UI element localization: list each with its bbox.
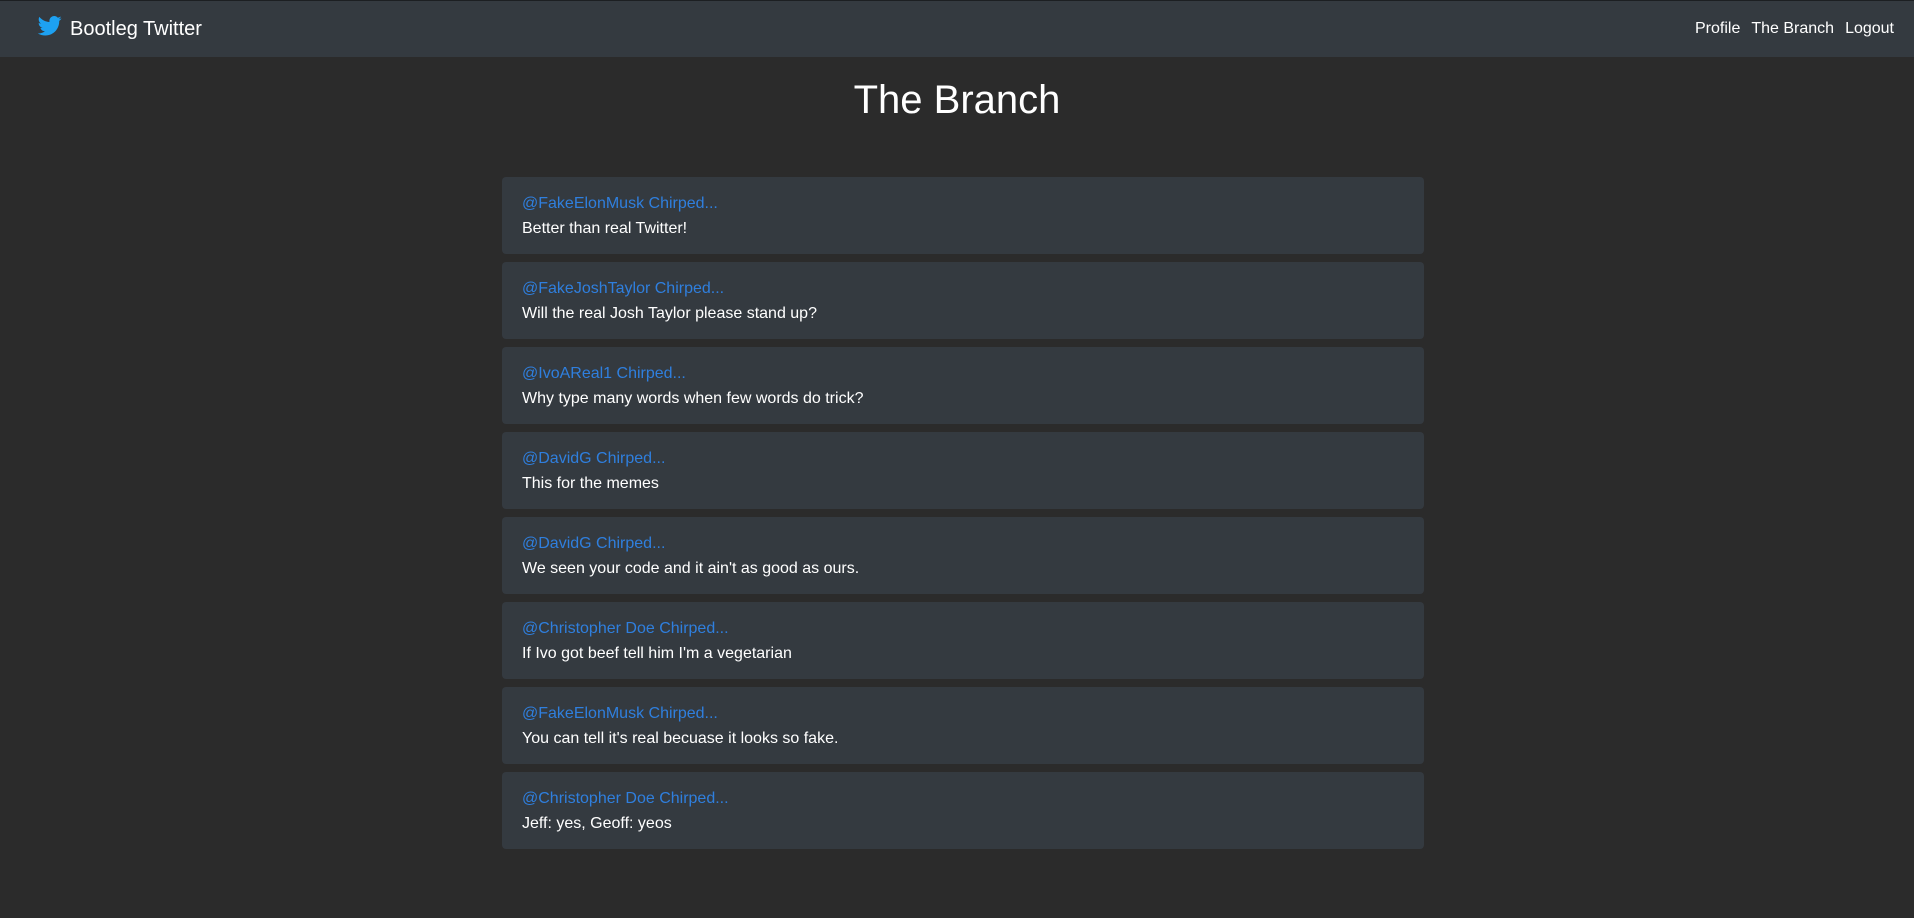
chirp-feed: @FakeElonMusk Chirped... Better than rea… bbox=[502, 177, 1424, 857]
chirp-author-link[interactable]: @Christopher Doe Chirped... bbox=[522, 789, 1404, 809]
chirp-author-link[interactable]: @DavidG Chirped... bbox=[522, 449, 1404, 469]
page-title: The Branch bbox=[853, 78, 1061, 122]
chirp-author-link[interactable]: @Christopher Doe Chirped... bbox=[522, 619, 1404, 639]
chirp-text: Jeff: yes, Geoff: yeos bbox=[522, 815, 672, 832]
brand-name: Bootleg Twitter bbox=[70, 17, 202, 40]
chirp-author-link[interactable]: @FakeElonMusk Chirped... bbox=[522, 194, 1404, 214]
chirp-card: @Christopher Doe Chirped... Jeff: yes, G… bbox=[502, 772, 1424, 849]
chirp-author-link[interactable]: @IvoAReal1 Chirped... bbox=[522, 364, 1404, 384]
chirp-card: @FakeElonMusk Chirped... Better than rea… bbox=[502, 177, 1424, 254]
chirp-card: @DavidG Chirped... We seen your code and… bbox=[502, 517, 1424, 594]
chirp-text: Why type many words when few words do tr… bbox=[522, 390, 864, 407]
nav-link-profile[interactable]: Profile bbox=[1695, 20, 1740, 38]
chirp-card: @Christopher Doe Chirped... If Ivo got b… bbox=[502, 602, 1424, 679]
chirp-text: We seen your code and it ain't as good a… bbox=[522, 560, 860, 577]
nav-link-the-branch[interactable]: The Branch bbox=[1751, 20, 1834, 38]
chirp-card: @DavidG Chirped... This for the memes bbox=[502, 432, 1424, 509]
twitter-bird-icon bbox=[38, 16, 62, 36]
chirp-author-link[interactable]: @DavidG Chirped... bbox=[522, 534, 1404, 554]
chirp-author-link[interactable]: @FakeElonMusk Chirped... bbox=[522, 704, 1404, 724]
navbar: Bootleg Twitter Profile The Branch Logou… bbox=[0, 0, 1914, 57]
chirp-author-link[interactable]: @FakeJoshTaylor Chirped... bbox=[522, 279, 1404, 299]
chirp-text: Better than real Twitter! bbox=[522, 220, 688, 237]
nav-links: Profile The Branch Logout bbox=[1684, 20, 1894, 38]
chirp-card: @IvoAReal1 Chirped... Why type many word… bbox=[502, 347, 1424, 424]
nav-link-logout[interactable]: Logout bbox=[1845, 20, 1894, 38]
chirp-text: Will the real Josh Taylor please stand u… bbox=[522, 305, 817, 322]
chirp-card: @FakeJoshTaylor Chirped... Will the real… bbox=[502, 262, 1424, 339]
chirp-text: This for the memes bbox=[522, 475, 659, 492]
chirp-text: You can tell it's real becuase it looks … bbox=[522, 730, 839, 747]
chirp-text: If Ivo got beef tell him I'm a vegetaria… bbox=[522, 645, 792, 662]
chirp-card: @FakeElonMusk Chirped... You can tell it… bbox=[502, 687, 1424, 764]
brand-link[interactable]: Bootleg Twitter bbox=[38, 16, 202, 41]
